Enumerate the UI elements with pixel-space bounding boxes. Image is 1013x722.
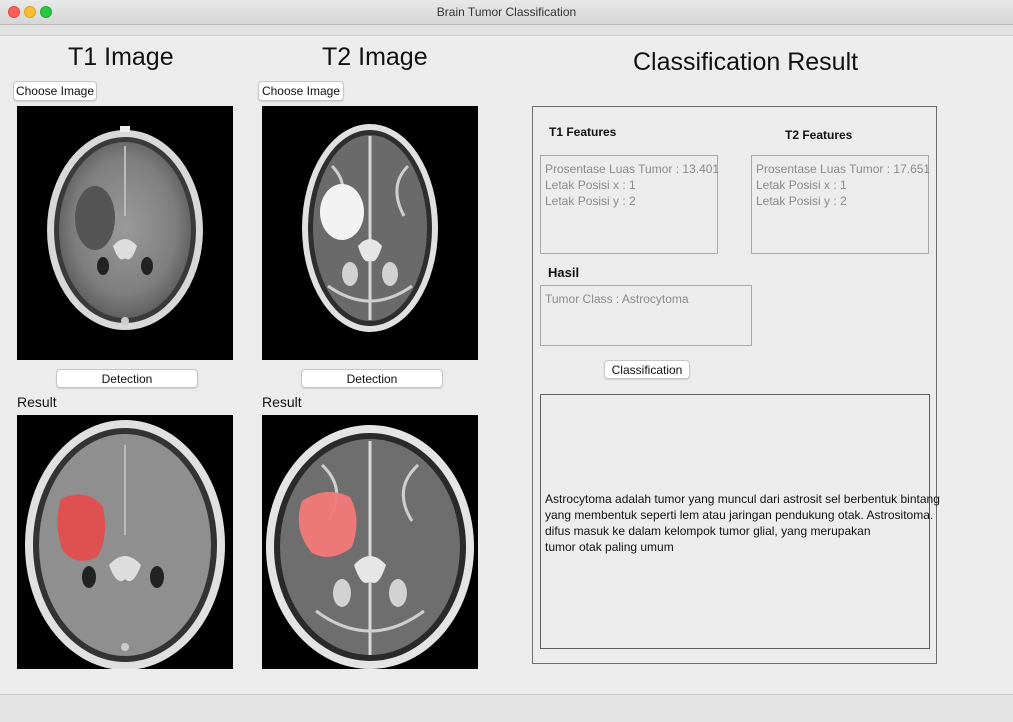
t2-features-box[interactable]: Prosentase Luas Tumor : 17.651 Letak Pos… bbox=[751, 155, 931, 254]
t1-detection-button[interactable]: Detection bbox=[56, 369, 198, 388]
t1-feature-line: Letak Posisi x : 1 bbox=[545, 178, 636, 192]
hasil-label: Hasil bbox=[548, 265, 580, 280]
t2-image bbox=[262, 106, 478, 360]
hasil-box[interactable]: Tumor Class : Astrocytoma bbox=[540, 285, 752, 346]
t1-heading: T1 Image bbox=[68, 43, 174, 71]
hasil-value: Tumor Class : Astrocytoma bbox=[545, 292, 689, 306]
description-box[interactable]: Astrocytoma adalah tumor yang muncul dar… bbox=[540, 394, 940, 649]
status-bar bbox=[0, 694, 1013, 722]
description-line: tumor otak paling umum bbox=[545, 540, 674, 554]
t2-detection-button[interactable]: Detection bbox=[301, 369, 443, 388]
t1-choose-image-button[interactable]: Choose Image bbox=[13, 81, 97, 101]
toolbar-strip bbox=[0, 25, 1013, 36]
description-line: Astrocytoma adalah tumor yang muncul dar… bbox=[545, 492, 940, 506]
t2-feature-line: Prosentase Luas Tumor : 17.651 bbox=[756, 162, 931, 176]
description-text: Astrocytoma adalah tumor yang muncul dar… bbox=[545, 491, 940, 555]
t2-heading: T2 Image bbox=[322, 43, 428, 71]
t2-feature-line: Letak Posisi x : 1 bbox=[756, 178, 847, 192]
t1-features-label: T1 Features bbox=[549, 125, 617, 139]
t2-features-label: T2 Features bbox=[785, 128, 853, 142]
t2-result-image bbox=[262, 415, 478, 669]
t1-image bbox=[17, 106, 233, 360]
t1-result-label: Result bbox=[17, 394, 57, 410]
classification-heading: Classification Result bbox=[633, 48, 859, 76]
t1-result-image bbox=[17, 415, 233, 669]
description-line: difus masuk ke dalam kelompok tumor glia… bbox=[545, 524, 871, 538]
window-title: Brain Tumor Classification bbox=[436, 5, 577, 19]
title-bar: Brain Tumor Classification bbox=[0, 0, 1013, 25]
t1-feature-line: Prosentase Luas Tumor : 13.401 bbox=[545, 162, 720, 176]
t2-feature-line: Letak Posisi y : 2 bbox=[756, 194, 847, 208]
t2-choose-image-button[interactable]: Choose Image bbox=[258, 81, 344, 101]
t2-result-label: Result bbox=[262, 394, 302, 410]
t1-features-box[interactable]: Prosentase Luas Tumor : 13.401 Letak Pos… bbox=[540, 155, 720, 254]
description-line: yang membentuk seperti lem atau jaringan… bbox=[545, 508, 934, 522]
t1-feature-line: Letak Posisi y : 2 bbox=[545, 194, 636, 208]
classification-button[interactable]: Classification bbox=[604, 360, 690, 379]
